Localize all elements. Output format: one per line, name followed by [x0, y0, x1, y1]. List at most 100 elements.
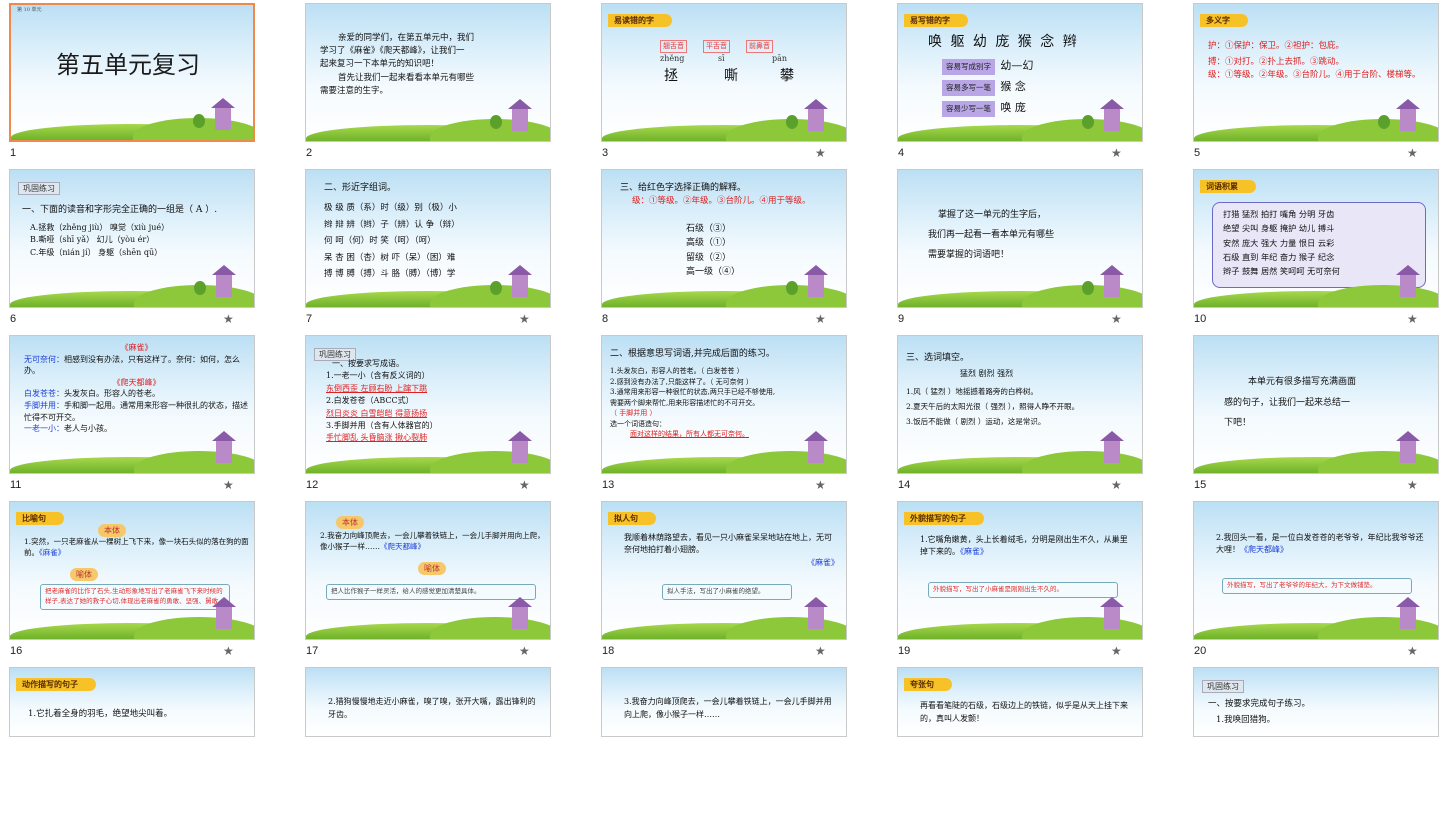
slide-thumbnail[interactable]: 易读错的字 翘舌音 平舌音 前鼻音 zhěng sī pān 拯嘶攀 [601, 3, 847, 142]
slide-thumbnail[interactable]: 2.我回头一看，是一位白发苍苍的老爷爷，年纪比我爷爷还大哩！《爬天都峰》 外貌描… [1193, 501, 1439, 640]
slide-16[interactable]: 比喻句 本体 1.突然，一只老麻雀从一棵树上飞下来，像一块石头似的落在狗的面前。… [0, 498, 295, 664]
slide-24[interactable]: 夸张句 再看看笔陡的石级，石级边上的铁链，似乎是从天上挂下来的，真叫人发颤！ [888, 664, 1183, 830]
slide-19[interactable]: 外貌描写的句子 1.它嘴角嫩黄，头上长着绒毛，分明是刚出生不久，从巢里掉下来的。… [888, 498, 1183, 664]
slide-12[interactable]: 巩固练习 一、按要求写成语。 1.一老一小（含有反义词的） 东倒西歪 左顾右盼 … [296, 332, 591, 498]
slide-thumbnail[interactable]: 词语积累 打猎 猛烈 拍打 嘴角 分明 牙齿 绝望 尖叫 身躯 掩护 幼儿 搏斗… [1193, 169, 1439, 308]
house-icon [1100, 265, 1124, 297]
slide-thumbnail[interactable]: 2.猎狗慢慢地走近小麻雀，嗅了嗅，张开大嘴，露出锋利的牙齿。 [305, 667, 551, 737]
slide-22[interactable]: 2.猎狗慢慢地走近小麻雀，嗅了嗅，张开大嘴，露出锋利的牙齿。 [296, 664, 591, 830]
animation-star-icon[interactable]: ★ [815, 312, 826, 326]
slide-body: 1.头发灰白，形容人的苍老。（ 白发苍苍 ） 2.感到没有办法了,只能这样了。（… [610, 367, 776, 438]
animation-star-icon[interactable]: ★ [1407, 478, 1418, 492]
animation-star-icon[interactable]: ★ [223, 312, 234, 326]
slide-thumbnail[interactable]: 比喻句 本体 1.突然，一只老麻雀从一棵树上飞下来，像一块石头似的落在狗的面前。… [9, 501, 255, 640]
slide-13[interactable]: 二、根据意思写词语,并完成后面的练习。 1.头发灰白，形容人的苍老。（ 白发苍苍… [592, 332, 887, 498]
tree-icon [1082, 115, 1094, 129]
slide-15[interactable]: 本单元有很多描写充满画面 感的句子，让我们一起来总结一 下吧！ 15 ★ [1184, 332, 1450, 498]
house-icon [212, 431, 236, 463]
slide-1[interactable]: 第 10 单元 第五单元复习 1 [0, 0, 295, 166]
slide-number: 12 [306, 479, 319, 491]
example-sentence: 2.猎狗慢慢地走近小麻雀，嗅了嗅，张开大嘴，露出锋利的牙齿。 [328, 697, 536, 719]
house-icon [508, 597, 532, 629]
slide-thumbnail[interactable]: 巩固练习 一、按要求完成句子练习。 1.我唤回猎狗。 [1193, 667, 1439, 737]
tree-icon [490, 115, 502, 129]
animation-star-icon[interactable]: ★ [519, 644, 530, 658]
slide-thumbnail[interactable]: 本体 2.我奋力向峰顶爬去，一会儿攀着铁链上，一会儿手脚并用向上爬，像小猴子一样… [305, 501, 551, 640]
slide-10[interactable]: 词语积累 打猎 猛烈 拍打 嘴角 分明 牙齿 绝望 尖叫 身躯 掩护 幼儿 搏斗… [1184, 166, 1450, 332]
slide-20[interactable]: 2.我回头一看，是一位白发苍苍的老爷爷，年纪比我爷爷还大哩！《爬天都峰》 外貌描… [1184, 498, 1450, 664]
error-list: 容易写成别字 幼—幻 容易多写一笔 猴 念 容易少写一笔 唤 庞 [942, 56, 1033, 119]
slide-title: 第五单元复习 [56, 51, 200, 79]
hill-decoration [1318, 451, 1438, 473]
animation-star-icon[interactable]: ★ [519, 312, 530, 326]
slide-thumbnail[interactable]: 二、根据意思写词语,并完成后面的练习。 1.头发灰白，形容人的苍老。（ 白发苍苍… [601, 335, 847, 474]
animation-star-icon[interactable]: ★ [1111, 146, 1122, 160]
example-sentence: 1.突然，一只老麻雀从一棵树上飞下来，像一块石头似的落在狗的面前。《麻雀》 [24, 537, 249, 558]
slide-number: 1 [10, 147, 17, 159]
slide-thumbnail[interactable]: 第 10 单元 第五单元复习 [9, 3, 255, 142]
pronunciation-table: 翘舌音 平舌音 前鼻音 zhěng sī pān 拯嘶攀 [660, 40, 794, 84]
slide-thumbnail[interactable]: 本单元有很多描写充满画面 感的句子，让我们一起来总结一 下吧！ [1193, 335, 1439, 474]
slide-number: 9 [898, 313, 905, 325]
animation-star-icon[interactable]: ★ [815, 146, 826, 160]
slide-thumbnail[interactable]: 二、形近字组词。 极 级 质（系）时（级）别（极）小 辫 辩 辨（辫）子（辨）认… [305, 169, 551, 308]
word-rows: 极 级 质（系）时（级）别（极）小 辫 辩 辨（辫）子（辨）认 争（辩） 何 呵… [324, 203, 460, 280]
animation-star-icon[interactable]: ★ [1407, 146, 1418, 160]
slide-thumbnail[interactable]: 掌握了这一单元的生字后， 我们再一起看一看本单元有哪些 需要掌握的词语吧！ [897, 169, 1143, 308]
slide-thumbnail[interactable]: 《麻雀》 无可奈何：相感到没有办法，只有这样了。奈何：如何，怎么办。 《爬天都峰… [9, 335, 255, 474]
vehicle-pill: 喻体 [70, 568, 98, 581]
slide-thumbnail[interactable]: 多义字 护：①保护：保卫。②袒护：包庇。 搏：①对打。②扑上去抓。③跳动。 级：… [1193, 3, 1439, 142]
slide-3[interactable]: 易读错的字 翘舌音 平舌音 前鼻音 zhěng sī pān 拯嘶攀 3 ★ [592, 0, 887, 166]
slide-thumbnail[interactable]: 易写错的字 唤 躯 幼 庞 猴 念 辫 容易写成别字 幼—幻 容易多写一笔 猴 … [897, 3, 1143, 142]
slide-8[interactable]: 三、给红色字选择正确的解释。 级：①等级。②年级。③台阶儿。④用于等级。 石级（… [592, 166, 887, 332]
animation-star-icon[interactable]: ★ [1407, 312, 1418, 326]
slide-thumbnail[interactable]: 外貌描写的句子 1.它嘴角嫩黄，头上长着绒毛，分明是刚出生不久，从巢里掉下来的。… [897, 501, 1143, 640]
animation-star-icon[interactable]: ★ [815, 644, 826, 658]
animation-star-icon[interactable]: ★ [519, 478, 530, 492]
slide-14[interactable]: 三、选词填空。 猛烈 剧烈 强烈 1.风（ 猛烈 ）地摇撼着路旁的白桦树。 2.… [888, 332, 1183, 498]
slide-thumbnail[interactable]: 动作描写的句子 1.它扎着全身的羽毛，绝望地尖叫着。 [9, 667, 255, 737]
slide-body: 《麻雀》 无可奈何：相感到没有办法，只有这样了。奈何：如何，怎么办。 《爬天都峰… [24, 343, 248, 434]
animation-star-icon[interactable]: ★ [815, 478, 826, 492]
slide-5[interactable]: 多义字 护：①保护：保卫。②袒护：包庇。 搏：①对打。②扑上去抓。③跳动。 级：… [1184, 0, 1450, 166]
slide-thumbnail[interactable]: 巩固练习 一、下面的读音和字形完全正确的一组是（ A ）. A.拯救（zhěng… [9, 169, 255, 308]
slide-11[interactable]: 《麻雀》 无可奈何：相感到没有办法，只有这样了。奈何：如何，怎么办。 《爬天都峰… [0, 332, 295, 498]
slide-body: 护：①保护：保卫。②袒护：包庇。 搏：①对打。②扑上去抓。③跳动。 级：①等级。… [1208, 41, 1421, 81]
slide-18[interactable]: 拟人句 我顺着林荫路望去，看见一只小麻雀呆呆地站在地上，无可奈何地拍打着小翅膀。… [592, 498, 887, 664]
slide-thumbnail[interactable]: 夸张句 再看看笔陡的石级，石级边上的铁链，似乎是从天上挂下来的，真叫人发颤！ [897, 667, 1143, 737]
animation-star-icon[interactable]: ★ [1111, 312, 1122, 326]
slide-23[interactable]: 3.我奋力向峰顶爬去，一会儿攀着铁链上，一会儿手脚并用向上爬，像小猴子一样…… [592, 664, 887, 830]
animation-star-icon[interactable]: ★ [223, 644, 234, 658]
slide-thumbnail[interactable]: 三、选词填空。 猛烈 剧烈 强烈 1.风（ 猛烈 ）地摇撼着路旁的白桦树。 2.… [897, 335, 1143, 474]
slide-9[interactable]: 掌握了这一单元的生字后， 我们再一起看一看本单元有哪些 需要掌握的词语吧！ 9 … [888, 166, 1183, 332]
slide-2[interactable]: 亲爱的同学们，在第五单元中，我们 学习了《麻雀》《爬天都峰》，让我们一 起来复习… [296, 0, 591, 166]
section-tag: 易写错的字 [904, 14, 968, 27]
slide-number: 5 [1194, 147, 1201, 159]
slide-thumbnail[interactable]: 3.我奋力向峰顶爬去，一会儿攀着铁链上，一会儿手脚并用向上爬，像小猴子一样…… [601, 667, 847, 737]
slide-thumbnail[interactable]: 三、给红色字选择正确的解释。 级：①等级。②年级。③台阶儿。④用于等级。 石级（… [601, 169, 847, 308]
tree-icon [490, 281, 502, 295]
slide-number: 7 [306, 313, 313, 325]
animation-star-icon[interactable]: ★ [1111, 644, 1122, 658]
tree-icon [1378, 115, 1390, 129]
slide-17[interactable]: 本体 2.我奋力向峰顶爬去，一会儿攀着铁链上，一会儿手脚并用向上爬，像小猴子一样… [296, 498, 591, 664]
slide-number: 8 [602, 313, 609, 325]
tree-icon [194, 281, 206, 295]
slide-6[interactable]: 巩固练习 一、下面的读音和字形完全正确的一组是（ A ）. A.拯救（zhěng… [0, 166, 295, 332]
house-icon [1396, 597, 1420, 629]
house-icon [804, 265, 828, 297]
animation-star-icon[interactable]: ★ [1111, 478, 1122, 492]
slide-25[interactable]: 巩固练习 一、按要求完成句子练习。 1.我唤回猎狗。 [1184, 664, 1450, 830]
animation-star-icon[interactable]: ★ [1407, 644, 1418, 658]
slide-thumbnail[interactable]: 巩固练习 一、按要求写成语。 1.一老一小（含有反义词的） 东倒西歪 左顾右盼 … [305, 335, 551, 474]
hill-decoration [726, 451, 846, 473]
slide-4[interactable]: 易写错的字 唤 躯 幼 庞 猴 念 辫 容易写成别字 幼—幻 容易多写一笔 猴 … [888, 0, 1183, 166]
slide-7[interactable]: 二、形近字组词。 极 级 质（系）时（级）别（极）小 辫 辩 辨（辫）子（辨）认… [296, 166, 591, 332]
slide-thumbnail[interactable]: 拟人句 我顺着林荫路望去，看见一只小麻雀呆呆地站在地上，无可奈何地拍打着小翅膀。… [601, 501, 847, 640]
house-icon [804, 431, 828, 463]
corner-label: 第 10 单元 [17, 7, 42, 13]
slide-21[interactable]: 动作描写的句子 1.它扎着全身的羽毛，绝望地尖叫着。 [0, 664, 295, 830]
question: 二、根据意思写词语,并完成后面的练习。 [610, 349, 775, 359]
slide-thumbnail[interactable]: 亲爱的同学们，在第五单元中，我们 学习了《麻雀》《爬天都峰》，让我们一 起来复习… [305, 3, 551, 142]
animation-star-icon[interactable]: ★ [223, 478, 234, 492]
